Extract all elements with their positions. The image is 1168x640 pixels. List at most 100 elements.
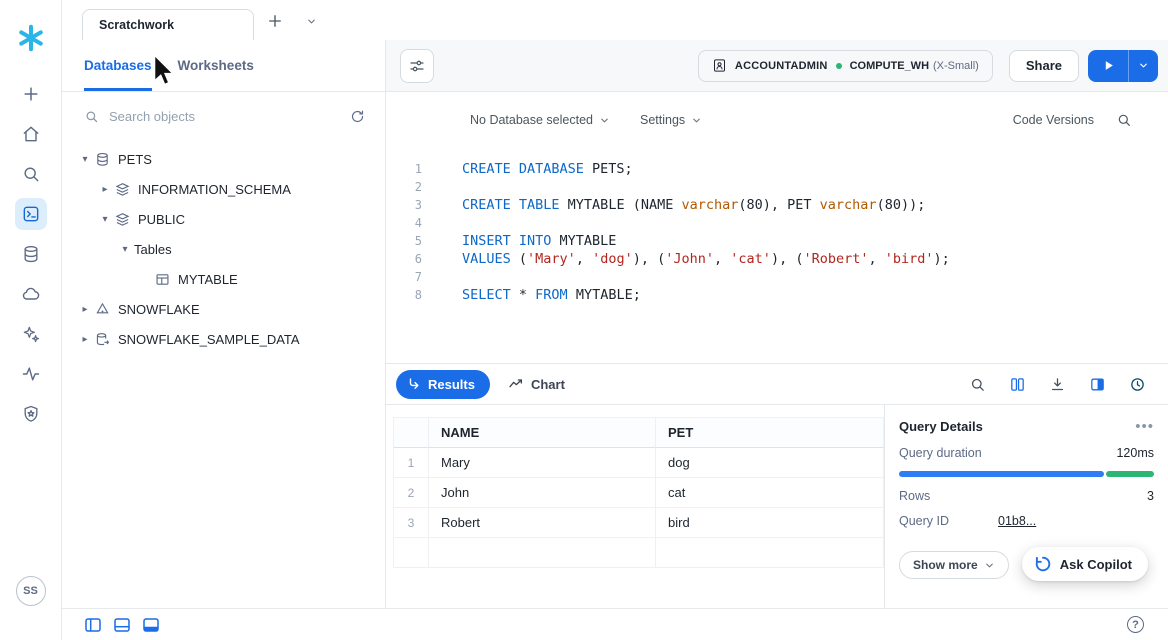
refresh-icon[interactable] (350, 109, 365, 124)
run-options-button[interactable] (1128, 50, 1158, 82)
code-line-4[interactable]: 4 (386, 214, 1168, 232)
rail-marketplace-button[interactable] (15, 278, 47, 310)
sparkles-icon (21, 324, 41, 344)
context-selector[interactable]: ACCOUNTADMIN COMPUTE_WH (X-Small) (698, 50, 993, 82)
search-objects-input[interactable] (109, 109, 340, 124)
table-cell[interactable]: Mary (429, 448, 656, 478)
line-number: 1 (386, 160, 422, 178)
snowsight-app: SS Scratchwork Databases (0, 0, 1168, 640)
split-view-icon[interactable] (1089, 376, 1106, 393)
tab-worksheets[interactable]: Worksheets (178, 40, 254, 91)
rail-create-button[interactable] (15, 78, 47, 110)
rail-projects-button[interactable] (15, 198, 47, 230)
tree-item-public[interactable]: ▾PUBLIC (62, 204, 385, 234)
chevron-right-icon[interactable]: ▸ (76, 334, 94, 345)
run-button[interactable] (1088, 50, 1128, 82)
download-icon[interactable] (1049, 376, 1066, 393)
user-avatar[interactable]: SS (16, 576, 46, 606)
rail-home-button[interactable] (15, 118, 47, 150)
status-bar: ? (62, 608, 1168, 640)
settings-dropdown[interactable]: Settings (640, 113, 702, 127)
chevron-right-icon[interactable]: ▸ (76, 304, 94, 315)
role-label: ACCOUNTADMIN (735, 60, 828, 72)
tab-chart[interactable]: Chart (508, 376, 565, 392)
code-line-1[interactable]: 1 CREATE DATABASE PETS; (386, 160, 1168, 178)
worksheet-list-dropdown[interactable] (296, 6, 326, 36)
table-row[interactable]: 1Marydog (393, 448, 884, 478)
code-line-5[interactable]: 5INSERT INTO MYTABLE (386, 232, 1168, 250)
row-number: 1 (393, 448, 429, 478)
rail-ai-ml-button[interactable] (15, 318, 47, 350)
tab-results[interactable]: Results (396, 370, 490, 399)
query-id-link[interactable]: 01b8... (998, 514, 1036, 528)
ask-copilot-button[interactable]: Ask Copilot (1022, 547, 1148, 581)
column-header-pet[interactable]: PET (656, 417, 884, 448)
tab-worksheets-label: Worksheets (178, 58, 254, 73)
results-search-icon[interactable] (969, 376, 986, 393)
results-table-rows: 1Marydog2Johncat3Robertbird (393, 448, 884, 538)
table-row[interactable]: 3Robertbird (393, 508, 884, 538)
rail-data-button[interactable] (15, 238, 47, 270)
database-shared-icon (94, 331, 110, 347)
query-duration-value: 120ms (1116, 446, 1154, 460)
chevron-down-icon[interactable]: ▾ (116, 244, 134, 255)
code-line-6[interactable]: 6VALUES ('Mary', 'dog'), ('John', 'cat')… (386, 250, 1168, 268)
tree-item-tables[interactable]: ▾Tables (62, 234, 385, 264)
code-line-3[interactable]: 3CREATE TABLE MYTABLE (NAME varchar(80),… (386, 196, 1168, 214)
tree-item-snowflake_sample_data[interactable]: ▸ SNOWFLAKE_SAMPLE_DATA (62, 324, 385, 354)
filters-button[interactable] (400, 49, 434, 83)
column-header-name[interactable]: NAME (429, 417, 656, 448)
worksheets-icon (21, 204, 41, 224)
table-cell[interactable]: cat (656, 478, 884, 508)
table-row[interactable]: 2Johncat (393, 478, 884, 508)
database-selector-dropdown[interactable]: No Database selected (470, 113, 610, 127)
row-number: 2 (393, 478, 429, 508)
toggle-left-panel-icon[interactable] (85, 618, 101, 632)
code-line-8[interactable]: 8SELECT * FROM MYTABLE; (386, 286, 1168, 304)
tree-item-pets[interactable]: ▾PETS (62, 144, 385, 174)
code-line-7[interactable]: 7 (386, 268, 1168, 286)
chevron-right-icon[interactable]: ▸ (96, 184, 114, 195)
code-line-2[interactable]: 2 (386, 178, 1168, 196)
tree-item-information_schema[interactable]: ▸ INFORMATION_SCHEMA (62, 174, 385, 204)
schema-icon (114, 181, 130, 197)
toggle-bottom-panel-icon[interactable] (114, 618, 130, 632)
help-button[interactable]: ? (1127, 616, 1144, 633)
chevron-down-icon (599, 115, 610, 126)
tree-item-label: SNOWFLAKE_SAMPLE_DATA (118, 332, 300, 347)
code-text: CREATE DATABASE PETS; (462, 160, 633, 178)
tree-item-snowflake[interactable]: ▸SNOWFLAKE (62, 294, 385, 324)
cloud-icon (21, 284, 41, 304)
show-more-button[interactable]: Show more (899, 551, 1009, 579)
chevron-down-icon[interactable]: ▾ (96, 214, 114, 225)
ask-copilot-label: Ask Copilot (1060, 557, 1132, 572)
database-tree: ▾PETS ▸ INFORMATION_SCHEMA ▾PUBLIC▾TablesMY… (62, 140, 385, 354)
expand-bottom-panel-icon[interactable] (143, 618, 159, 632)
share-button[interactable]: Share (1009, 50, 1079, 82)
snowflake-logo[interactable] (15, 22, 47, 54)
table-cell[interactable]: dog (656, 448, 884, 478)
table-cell[interactable]: John (429, 478, 656, 508)
line-number: 5 (386, 232, 422, 250)
tree-item-label: INFORMATION_SCHEMA (138, 182, 291, 197)
code-versions-link[interactable]: Code Versions (1013, 113, 1094, 127)
tab-databases[interactable]: Databases (84, 40, 152, 91)
line-number: 7 (386, 268, 422, 286)
columns-icon[interactable] (1009, 376, 1026, 393)
query-details-menu[interactable]: ••• (1135, 423, 1154, 431)
object-explorer-panel: Databases Worksheets ▾PETS ▸ INFORMATION_S… (62, 40, 386, 608)
history-clock-icon[interactable] (1129, 376, 1146, 393)
sql-editor[interactable]: 1 CREATE DATABASE PETS;23CREATE TABLE MYT… (386, 148, 1168, 363)
table-cell[interactable]: bird (656, 508, 884, 538)
rail-search-button[interactable] (15, 158, 47, 190)
editor-search-icon[interactable] (1116, 112, 1132, 128)
rail-admin-button[interactable] (15, 398, 47, 430)
tree-item-mytable[interactable]: MYTABLE (62, 264, 385, 294)
new-worksheet-button[interactable] (260, 6, 290, 36)
table-cell[interactable]: Robert (429, 508, 656, 538)
chevron-down-icon (306, 16, 317, 27)
rail-monitoring-button[interactable] (15, 358, 47, 390)
duration-segment-execution (899, 471, 1104, 477)
worksheet-tab-scratchwork[interactable]: Scratchwork (82, 9, 254, 40)
chevron-down-icon[interactable]: ▾ (76, 154, 94, 165)
